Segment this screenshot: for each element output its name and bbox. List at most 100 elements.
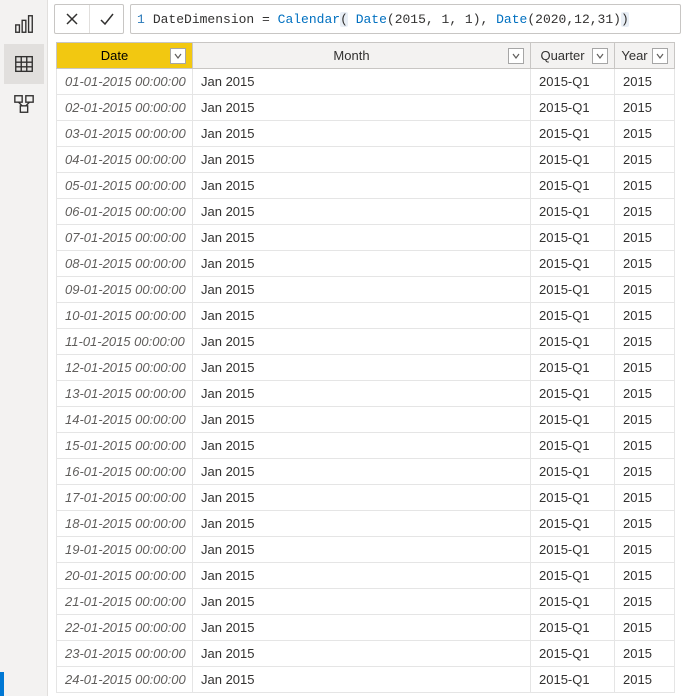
cell-month[interactable]: Jan 2015 <box>193 225 531 251</box>
cell-quarter[interactable]: 2015-Q1 <box>531 303 615 329</box>
cell-year[interactable]: 2015 <box>615 459 675 485</box>
cell-year[interactable]: 2015 <box>615 251 675 277</box>
column-header-date[interactable]: Date <box>57 43 193 69</box>
cell-date[interactable]: 15-01-2015 00:00:00 <box>57 433 193 459</box>
cell-month[interactable]: Jan 2015 <box>193 433 531 459</box>
cell-month[interactable]: Jan 2015 <box>193 303 531 329</box>
cell-date[interactable]: 06-01-2015 00:00:00 <box>57 199 193 225</box>
table-row[interactable]: 04-01-2015 00:00:00Jan 20152015-Q12015 <box>57 147 675 173</box>
cell-month[interactable]: Jan 2015 <box>193 537 531 563</box>
cell-date[interactable]: 09-01-2015 00:00:00 <box>57 277 193 303</box>
cell-quarter[interactable]: 2015-Q1 <box>531 199 615 225</box>
table-row[interactable]: 13-01-2015 00:00:00Jan 20152015-Q12015 <box>57 381 675 407</box>
cell-date[interactable]: 07-01-2015 00:00:00 <box>57 225 193 251</box>
cell-quarter[interactable]: 2015-Q1 <box>531 225 615 251</box>
table-row[interactable]: 18-01-2015 00:00:00Jan 20152015-Q12015 <box>57 511 675 537</box>
view-report-button[interactable] <box>4 4 44 44</box>
cell-year[interactable]: 2015 <box>615 433 675 459</box>
cell-year[interactable]: 2015 <box>615 485 675 511</box>
cell-quarter[interactable]: 2015-Q1 <box>531 511 615 537</box>
cell-date[interactable]: 19-01-2015 00:00:00 <box>57 537 193 563</box>
cell-quarter[interactable]: 2015-Q1 <box>531 147 615 173</box>
cell-quarter[interactable]: 2015-Q1 <box>531 667 615 693</box>
cell-month[interactable]: Jan 2015 <box>193 199 531 225</box>
cell-year[interactable]: 2015 <box>615 511 675 537</box>
cell-month[interactable]: Jan 2015 <box>193 251 531 277</box>
cell-year[interactable]: 2015 <box>615 277 675 303</box>
cell-year[interactable]: 2015 <box>615 303 675 329</box>
cell-year[interactable]: 2015 <box>615 589 675 615</box>
cell-month[interactable]: Jan 2015 <box>193 511 531 537</box>
cell-date[interactable]: 03-01-2015 00:00:00 <box>57 121 193 147</box>
cell-quarter[interactable]: 2015-Q1 <box>531 563 615 589</box>
table-row[interactable]: 21-01-2015 00:00:00Jan 20152015-Q12015 <box>57 589 675 615</box>
cell-quarter[interactable]: 2015-Q1 <box>531 381 615 407</box>
cell-month[interactable]: Jan 2015 <box>193 95 531 121</box>
cell-year[interactable]: 2015 <box>615 667 675 693</box>
cell-quarter[interactable]: 2015-Q1 <box>531 95 615 121</box>
cell-month[interactable]: Jan 2015 <box>193 615 531 641</box>
cell-month[interactable]: Jan 2015 <box>193 563 531 589</box>
cell-date[interactable]: 05-01-2015 00:00:00 <box>57 173 193 199</box>
table-row[interactable]: 15-01-2015 00:00:00Jan 20152015-Q12015 <box>57 433 675 459</box>
cell-year[interactable]: 2015 <box>615 199 675 225</box>
cell-date[interactable]: 17-01-2015 00:00:00 <box>57 485 193 511</box>
cell-date[interactable]: 11-01-2015 00:00:00 <box>57 329 193 355</box>
table-row[interactable]: 03-01-2015 00:00:00Jan 20152015-Q12015 <box>57 121 675 147</box>
cell-date[interactable]: 21-01-2015 00:00:00 <box>57 589 193 615</box>
table-row[interactable]: 20-01-2015 00:00:00Jan 20152015-Q12015 <box>57 563 675 589</box>
cell-year[interactable]: 2015 <box>615 147 675 173</box>
cell-month[interactable]: Jan 2015 <box>193 69 531 95</box>
cell-date[interactable]: 24-01-2015 00:00:00 <box>57 667 193 693</box>
table-row[interactable]: 19-01-2015 00:00:00Jan 20152015-Q12015 <box>57 537 675 563</box>
cell-month[interactable]: Jan 2015 <box>193 173 531 199</box>
table-row[interactable]: 09-01-2015 00:00:00Jan 20152015-Q12015 <box>57 277 675 303</box>
cell-quarter[interactable]: 2015-Q1 <box>531 173 615 199</box>
table-row[interactable]: 08-01-2015 00:00:00Jan 20152015-Q12015 <box>57 251 675 277</box>
cell-quarter[interactable]: 2015-Q1 <box>531 615 615 641</box>
table-row[interactable]: 12-01-2015 00:00:00Jan 20152015-Q12015 <box>57 355 675 381</box>
cell-date[interactable]: 12-01-2015 00:00:00 <box>57 355 193 381</box>
cell-year[interactable]: 2015 <box>615 563 675 589</box>
dax-formula-input[interactable]: 1 DateDimension = Calendar( Date(2015, 1… <box>130 4 681 34</box>
table-row[interactable]: 14-01-2015 00:00:00Jan 20152015-Q12015 <box>57 407 675 433</box>
table-row[interactable]: 24-01-2015 00:00:00Jan 20152015-Q12015 <box>57 667 675 693</box>
cell-year[interactable]: 2015 <box>615 355 675 381</box>
cell-date[interactable]: 02-01-2015 00:00:00 <box>57 95 193 121</box>
cell-year[interactable]: 2015 <box>615 381 675 407</box>
table-row[interactable]: 10-01-2015 00:00:00Jan 20152015-Q12015 <box>57 303 675 329</box>
table-row[interactable]: 16-01-2015 00:00:00Jan 20152015-Q12015 <box>57 459 675 485</box>
cell-date[interactable]: 01-01-2015 00:00:00 <box>57 69 193 95</box>
cell-year[interactable]: 2015 <box>615 641 675 667</box>
cell-year[interactable]: 2015 <box>615 225 675 251</box>
cell-month[interactable]: Jan 2015 <box>193 589 531 615</box>
cell-date[interactable]: 16-01-2015 00:00:00 <box>57 459 193 485</box>
cell-date[interactable]: 23-01-2015 00:00:00 <box>57 641 193 667</box>
cell-year[interactable]: 2015 <box>615 95 675 121</box>
table-row[interactable]: 17-01-2015 00:00:00Jan 20152015-Q12015 <box>57 485 675 511</box>
cell-quarter[interactable]: 2015-Q1 <box>531 537 615 563</box>
view-data-button[interactable] <box>4 44 44 84</box>
column-header-year[interactable]: Year <box>615 43 675 69</box>
cell-quarter[interactable]: 2015-Q1 <box>531 485 615 511</box>
cell-month[interactable]: Jan 2015 <box>193 381 531 407</box>
cell-quarter[interactable]: 2015-Q1 <box>531 121 615 147</box>
cell-month[interactable]: Jan 2015 <box>193 121 531 147</box>
table-row[interactable]: 11-01-2015 00:00:00Jan 20152015-Q12015 <box>57 329 675 355</box>
cell-month[interactable]: Jan 2015 <box>193 277 531 303</box>
table-row[interactable]: 01-01-2015 00:00:00Jan 20152015-Q12015 <box>57 69 675 95</box>
filter-button[interactable] <box>170 48 186 64</box>
filter-button[interactable] <box>652 48 668 64</box>
cell-date[interactable]: 22-01-2015 00:00:00 <box>57 615 193 641</box>
cell-date[interactable]: 20-01-2015 00:00:00 <box>57 563 193 589</box>
table-row[interactable]: 02-01-2015 00:00:00Jan 20152015-Q12015 <box>57 95 675 121</box>
cell-year[interactable]: 2015 <box>615 615 675 641</box>
cell-month[interactable]: Jan 2015 <box>193 485 531 511</box>
cancel-formula-button[interactable] <box>55 5 89 33</box>
table-row[interactable]: 06-01-2015 00:00:00Jan 20152015-Q12015 <box>57 199 675 225</box>
cell-quarter[interactable]: 2015-Q1 <box>531 641 615 667</box>
cell-quarter[interactable]: 2015-Q1 <box>531 459 615 485</box>
cell-quarter[interactable]: 2015-Q1 <box>531 589 615 615</box>
cell-quarter[interactable]: 2015-Q1 <box>531 355 615 381</box>
cell-year[interactable]: 2015 <box>615 329 675 355</box>
